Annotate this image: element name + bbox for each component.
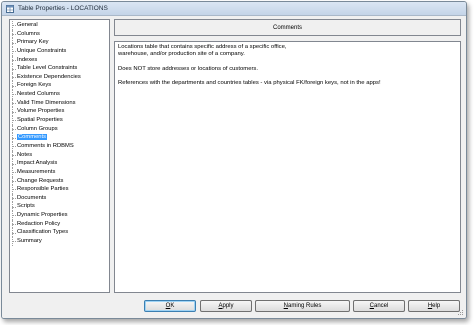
naming-rules-button[interactable]: Naming Rules (255, 300, 350, 312)
nav-item-spatial-properties[interactable]: Spatial Properties (10, 116, 109, 125)
nav-item-label: Column Groups (17, 125, 58, 132)
nav-item-label: Redaction Policy (17, 220, 61, 227)
nav-item-label: Unique Constraints (17, 47, 67, 54)
nav-item-columns[interactable]: Columns (10, 29, 109, 39)
nav-item-label: Foreign Keys (17, 82, 52, 89)
nav-item-label: Classification Types (17, 229, 69, 236)
nav-item-volume-properties[interactable]: Volume Properties (10, 107, 109, 116)
comments-panel: Comments Locations table that contains s… (114, 19, 461, 293)
nav-item-label: Table Level Constraints (17, 65, 78, 72)
nav-item-label: Nested Columns (17, 91, 60, 98)
nav-item-existence-dependencies[interactable]: Existence Dependencies (10, 72, 109, 82)
nav-item-unique-constraints[interactable]: Unique Constraints (10, 46, 109, 56)
nav-item-label: Volume Properties (17, 108, 65, 115)
nav-item-label: Notes (17, 151, 33, 158)
nav-item-impact-analysis[interactable]: Impact Analysis (10, 159, 109, 168)
nav-item-general[interactable]: General (10, 21, 109, 30)
nav-item-comments[interactable]: Comments (10, 133, 109, 142)
properties-nav-tree[interactable]: General Columns Primary Key Unique Constrai… (9, 19, 110, 293)
nav-item-label: Primary Key (17, 39, 49, 46)
title-bar[interactable]: Table Properties - LOCATIONS (2, 2, 466, 16)
nav-item-indexes[interactable]: Indexes (10, 55, 109, 65)
nav-item-label: Summary (17, 238, 42, 245)
section-header: Comments (114, 19, 461, 36)
table-properties-icon (6, 4, 14, 13)
nav-item-label: Comments (17, 134, 48, 141)
nav-item-nested-columns[interactable]: Nested Columns (10, 90, 109, 99)
nav-item-label: Scripts (17, 203, 35, 210)
nav-item-label: Impact Analysis (17, 160, 58, 167)
nav-item-label: Documents (17, 194, 47, 201)
nav-item-label: Columns (17, 30, 40, 37)
nav-item-primary-key[interactable]: Primary Key (10, 38, 109, 47)
nav-item-label: Indexes (17, 56, 38, 63)
nav-item-classification-types[interactable]: Classification Types (10, 228, 109, 237)
nav-item-dynamic-properties[interactable]: Dynamic Properties (10, 211, 109, 220)
nav-item-comments-in-rdbms[interactable]: Comments in RDBMS (10, 141, 109, 151)
comment-paragraph: Locations table that contains specific a… (118, 44, 287, 58)
comment-paragraph: References with the departments and coun… (118, 79, 381, 86)
nav-item-notes[interactable]: Notes (10, 150, 109, 160)
table-properties-dialog: Table Properties - LOCATIONS General Colu… (1, 1, 467, 319)
button-bar: OK Apply Naming Rules Cancel Help (114, 300, 461, 313)
cancel-button[interactable]: Cancel (353, 300, 405, 312)
nav-item-label: Comments in RDBMS (17, 142, 74, 149)
nav-item-column-groups[interactable]: Column Groups (10, 124, 109, 134)
apply-button[interactable]: Apply (200, 300, 252, 312)
nav-item-measurements[interactable]: Measurements (10, 167, 109, 177)
nav-item-foreign-keys[interactable]: Foreign Keys (10, 81, 109, 90)
nav-list: General Columns Primary Key Unique Constrai… (10, 20, 109, 246)
section-title: Comments (272, 24, 302, 31)
nav-item-label: Spatial Properties (17, 117, 63, 124)
nav-item-documents[interactable]: Documents (10, 193, 109, 203)
nav-item-label: Change Requests (17, 177, 64, 184)
nav-item-change-requests[interactable]: Change Requests (10, 176, 109, 186)
help-button[interactable]: Help (408, 300, 460, 312)
nav-item-label: Existence Dependencies (17, 73, 81, 80)
nav-item-valid-time-dimensions[interactable]: Valid Time Dimensions (10, 98, 109, 108)
nav-item-summary[interactable]: Summary (10, 237, 109, 246)
nav-item-redaction-policy[interactable]: Redaction Policy (10, 219, 109, 229)
dialog-content: General Columns Primary Key Unique Constrai… (2, 16, 466, 318)
window-title: Table Properties - LOCATIONS (18, 5, 108, 12)
ok-button[interactable]: OK (144, 300, 196, 312)
nav-item-label: Dynamic Properties (17, 212, 68, 219)
nav-item-label: Valid Time Dimensions (17, 99, 76, 106)
nav-item-label: Responsible Parties (17, 186, 69, 193)
comment-paragraph: Does NOT store addresses or locations of… (118, 65, 259, 72)
nav-item-label: General (17, 22, 38, 28)
nav-item-scripts[interactable]: Scripts (10, 202, 109, 211)
nav-item-label: Measurements (17, 168, 56, 175)
resize-grip-icon[interactable] (456, 308, 464, 316)
nav-item-responsible-parties[interactable]: Responsible Parties (10, 185, 109, 194)
nav-item-table-level-constraints[interactable]: Table Level Constraints (10, 64, 109, 73)
comments-textarea[interactable]: Locations table that contains specific a… (114, 41, 461, 293)
